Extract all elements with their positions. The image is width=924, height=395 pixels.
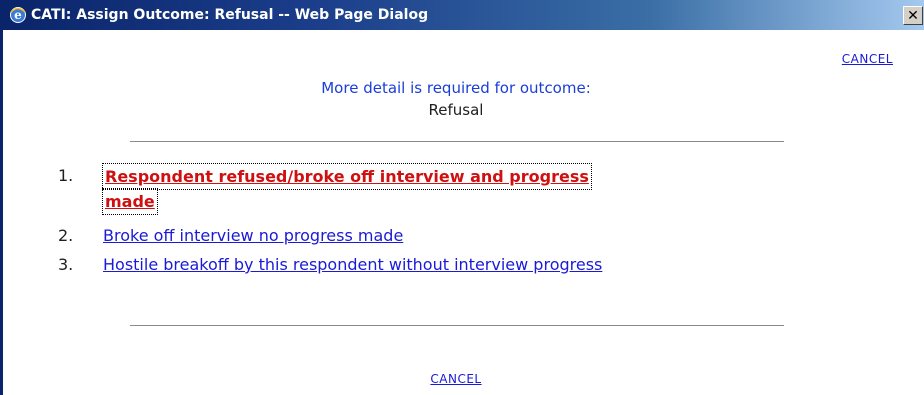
option-link-3[interactable]: Hostile breakoff by this respondent with…: [103, 254, 602, 276]
option-link-1-selected[interactable]: Respondent refused/broke off interview a…: [102, 163, 837, 215]
svg-text:e: e: [14, 8, 22, 22]
option-link-1-line2[interactable]: made: [102, 188, 158, 215]
close-button[interactable]: ✕: [903, 6, 923, 25]
title-bar[interactable]: e CATI: Assign Outcome: Refusal -- Web P…: [3, 0, 924, 30]
option-item-3: 3. Hostile breakoff by this respondent w…: [6, 253, 924, 277]
option-number: 1.: [58, 166, 74, 185]
window-title: CATI: Assign Outcome: Refusal -- Web Pag…: [31, 7, 429, 23]
cancel-link-top[interactable]: CANCEL: [842, 52, 893, 66]
detail-heading: More detail is required for outcome:: [321, 79, 591, 97]
divider-top: [130, 141, 784, 142]
dialog-window: e CATI: Assign Outcome: Refusal -- Web P…: [0, 0, 924, 395]
outcome-name: Refusal: [428, 101, 484, 119]
cancel-link-bottom[interactable]: CANCEL: [430, 372, 481, 386]
divider-bottom: [130, 325, 784, 326]
dialog-content: CANCEL More detail is required for outco…: [6, 30, 924, 395]
option-number: 2.: [58, 226, 74, 245]
cancel-link-top-container: CANCEL: [842, 52, 893, 66]
option-link-1-line1[interactable]: Respondent refused/broke off interview a…: [102, 163, 592, 190]
cancel-link-bottom-container: CANCEL: [6, 372, 906, 386]
close-icon: ✕: [907, 7, 919, 24]
option-link-2[interactable]: Broke off interview no progress made: [103, 225, 403, 247]
ie-icon: e: [10, 7, 26, 23]
option-number: 3.: [58, 255, 74, 274]
option-item-2: 2. Broke off interview no progress made: [6, 224, 924, 248]
option-item-1: 1. Respondent refused/broke off intervie…: [6, 163, 924, 220]
